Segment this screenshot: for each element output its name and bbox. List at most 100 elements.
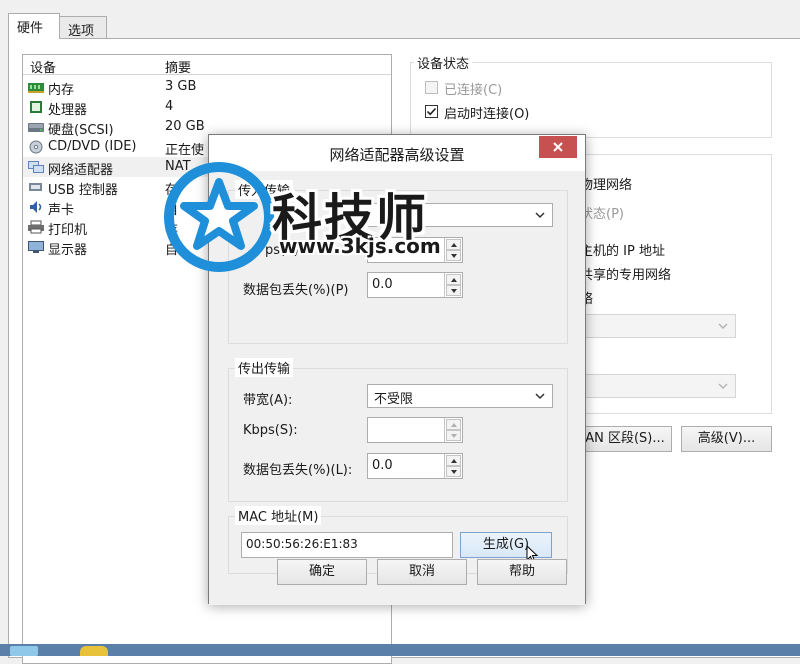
spinner[interactable]	[444, 273, 462, 297]
ok-label: 确定	[308, 564, 335, 579]
cancel-label: 取消	[408, 564, 435, 579]
incoming-loss-label: 数据包丢失(%)(P)	[243, 283, 349, 298]
device-summary: 3 GB	[165, 79, 197, 94]
outgoing-loss-stepper[interactable]: 0.0	[367, 453, 463, 479]
close-button[interactable]	[539, 136, 577, 158]
spin-up-button[interactable]	[446, 419, 461, 430]
incoming-loss-stepper[interactable]: 0.0	[367, 272, 463, 298]
lan-segment-select[interactable]	[580, 374, 736, 398]
connected-label: 已连接(C)	[444, 83, 503, 98]
device-row-memory[interactable]: 内存 3 GB	[23, 77, 391, 98]
arrow-down-icon	[451, 470, 457, 474]
device-name: 网络适配器	[48, 163, 114, 178]
column-header-summary[interactable]: 摘要	[165, 57, 191, 76]
sound-card-icon	[30, 201, 42, 213]
device-name: 内存	[48, 83, 75, 98]
tab-options[interactable]: 选项	[59, 16, 107, 40]
device-status-group	[410, 62, 772, 138]
connected-checkbox[interactable]	[425, 81, 438, 94]
usb-icon	[29, 183, 42, 191]
mac-address-input[interactable]: 00:50:56:26:E1:83	[241, 532, 453, 558]
ok-button[interactable]: 确定	[277, 559, 367, 585]
device-name: USB 控制器	[48, 183, 118, 198]
bridged-option-label[interactable]: 物理网络	[580, 174, 632, 193]
spin-down-button[interactable]	[446, 430, 461, 441]
spin-down-button[interactable]	[446, 285, 461, 296]
watermark-star-logo	[164, 162, 274, 272]
device-name: 打印机	[48, 223, 88, 238]
hard-disk-icon	[28, 123, 44, 132]
device-name: 处理器	[48, 103, 88, 118]
spin-up-button[interactable]	[446, 455, 461, 466]
incoming-loss-value: 0.0	[372, 277, 393, 292]
device-name: 显示器	[48, 243, 88, 258]
connect-at-power-on-checkbox[interactable]	[425, 105, 438, 118]
tab-hardware[interactable]: 硬件	[8, 13, 60, 39]
outgoing-bandwidth-label: 带宽(A):	[243, 393, 293, 408]
mac-address-value: 00:50:56:26:E1:83	[246, 537, 358, 551]
chevron-down-icon	[535, 393, 545, 400]
arrow-up-icon	[451, 243, 457, 247]
spin-up-button[interactable]	[446, 274, 461, 285]
outgoing-bandwidth-value: 不受限	[374, 392, 414, 407]
spinner[interactable]	[444, 454, 462, 478]
replicate-state-label[interactable]: 状态(P)	[580, 203, 624, 222]
arrow-up-icon	[451, 459, 457, 463]
arrow-down-icon	[451, 434, 457, 438]
cd-dvd-icon	[29, 140, 43, 154]
device-row-processor[interactable]: 处理器 4	[23, 97, 391, 118]
cancel-button[interactable]: 取消	[377, 559, 467, 585]
taskbar	[0, 644, 800, 656]
generate-label: 生成(G)	[482, 537, 530, 552]
spin-up-button[interactable]	[446, 239, 461, 250]
spin-down-button[interactable]	[446, 466, 461, 477]
nat-option-label[interactable]: 主机的 IP 地址	[580, 240, 665, 259]
hostonly-option-label[interactable]: 共享的专用网络	[580, 264, 671, 283]
chevron-down-icon	[718, 383, 728, 390]
checkmark-icon	[426, 107, 437, 116]
help-button[interactable]: 帮助	[477, 559, 567, 585]
network-adapter-icon	[28, 161, 44, 173]
arrow-down-icon	[451, 254, 457, 258]
printer-icon	[28, 220, 44, 234]
tab-label: 硬件	[17, 21, 44, 36]
outgoing-kbps-label: Kbps(S):	[243, 423, 298, 438]
spinner[interactable]	[444, 418, 462, 442]
outgoing-loss-value: 0.0	[372, 458, 393, 473]
memory-icon	[28, 83, 44, 93]
column-header-device[interactable]: 设备	[30, 57, 56, 76]
spin-down-button[interactable]	[446, 250, 461, 261]
connect-at-power-on-label: 启动时连接(O)	[444, 107, 530, 122]
chevron-down-icon	[718, 323, 728, 330]
device-name: CD/DVD (IDE)	[48, 139, 137, 154]
lan-segments-button[interactable]: AN 区段(S)...	[578, 426, 672, 452]
outgoing-loss-label: 数据包丢失(%)(L):	[243, 463, 353, 478]
lan-segments-label: AN 区段(S)...	[585, 431, 665, 446]
processor-icon	[30, 101, 42, 113]
advanced-label: 高级(V)...	[697, 431, 756, 446]
device-list-header: 设备 摘要	[23, 55, 391, 76]
watermark-url: www.3kjs.com	[279, 234, 441, 258]
arrow-up-icon	[451, 278, 457, 282]
help-label: 帮助	[508, 564, 535, 579]
device-summary: 正在使	[165, 143, 205, 158]
arrow-up-icon	[451, 423, 457, 427]
display-icon	[28, 241, 44, 253]
outgoing-bandwidth-select[interactable]: 不受限	[367, 384, 553, 408]
device-summary: 20 GB	[165, 119, 205, 134]
taskbar-app-icon[interactable]	[80, 646, 108, 656]
advanced-button[interactable]: 高级(V)...	[681, 426, 772, 452]
outgoing-transfer-title: 传出传输	[235, 358, 294, 377]
custom-network-select[interactable]	[580, 314, 736, 338]
device-name: 声卡	[48, 203, 75, 218]
arrow-down-icon	[451, 289, 457, 293]
taskbar-app-icon[interactable]	[10, 646, 38, 656]
device-summary: 4	[165, 99, 174, 114]
device-status-title: 设备状态	[414, 53, 473, 72]
spinner[interactable]	[444, 238, 462, 262]
device-name: 硬盘(SCSI)	[48, 123, 114, 138]
outgoing-kbps-stepper[interactable]	[367, 417, 463, 443]
tab-label: 选项	[68, 24, 95, 39]
chevron-down-icon	[535, 212, 545, 219]
close-icon	[553, 142, 563, 152]
